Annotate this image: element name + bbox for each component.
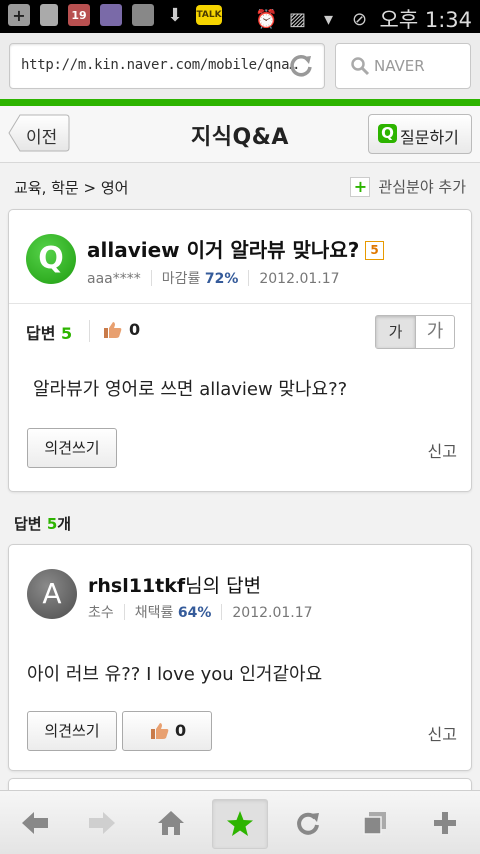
font-small-button[interactable]: 가 [376, 316, 416, 348]
thumbs-up-icon [151, 723, 169, 739]
do-not-disturb-icon: ⊘ [351, 8, 368, 30]
answers-heading-suffix: 개 [57, 515, 72, 533]
question-avatar: Q [26, 234, 76, 284]
avatar-letter: A [42, 577, 62, 610]
gallery-icon [132, 4, 154, 26]
question-title-text: allaview 이거 알라뷰 맞나요? [87, 238, 360, 262]
add-icon [434, 812, 456, 834]
answer-rank: 초수 [88, 605, 114, 621]
answers-heading: 답변 5개 [14, 513, 71, 534]
question-report-link[interactable]: 신고 [428, 438, 457, 462]
forward-arrow-icon [89, 812, 115, 834]
answer-avatar: A [27, 569, 77, 619]
q-logo-icon: Q [378, 124, 397, 143]
add-interest-label: 관심분야 추가 [378, 178, 466, 196]
calendar-icon: 19 [68, 4, 90, 26]
answer-comment-button[interactable]: 의견쓰기 [27, 711, 117, 751]
answer-username[interactable]: rhsl11tkf [88, 575, 185, 597]
add-interest-button[interactable]: + 관심분야 추가 [350, 176, 466, 197]
adopt-rate-value: 64% [177, 605, 212, 621]
page-header: 이전 지식Q&A Q 질문하기 [0, 106, 480, 163]
card-divider [9, 303, 471, 304]
answers-heading-label: 답변 [14, 515, 47, 533]
windows-button[interactable] [348, 799, 402, 847]
meta-separator [150, 270, 152, 286]
question-like-count: 0 [129, 320, 141, 339]
url-field[interactable]: http://m.kin.naver.com/mobile/qna… [9, 43, 325, 89]
ask-question-button[interactable]: Q 질문하기 [368, 114, 472, 154]
add-notification-icon: + [8, 4, 30, 26]
meta-separator [221, 604, 223, 620]
status-bar: + 19 ⬇ TALK ⏰ ▨ ▾ ⊘ 오후 1:34 [0, 0, 480, 33]
answer-meta: 초수 채택률 64% 2012.01.17 [88, 602, 313, 622]
new-window-button[interactable] [418, 799, 472, 847]
browser-toolbar [0, 790, 480, 854]
points-badge: 5 [365, 241, 384, 260]
question-comment-button[interactable]: 의견쓰기 [27, 428, 117, 468]
url-text: http://m.kin.naver.com/mobile/qna… [21, 57, 298, 73]
sim-icon [40, 4, 58, 26]
breadcrumb[interactable]: 교육, 학문 > 영어 [14, 177, 128, 198]
bookmark-button[interactable] [212, 799, 268, 849]
answers-heading-count: 5 [46, 515, 58, 533]
answer-like-button[interactable]: 0 [122, 711, 212, 751]
back-nav-button[interactable] [8, 799, 62, 847]
font-size-toggle: 가 가 [375, 315, 455, 349]
alarm-icon: ⏰ [255, 8, 278, 30]
app-icon [100, 4, 122, 26]
answer-report-link[interactable]: 신고 [428, 721, 457, 745]
kakaotalk-icon: TALK [196, 5, 222, 25]
answer-card: A rhsl11tkf님의 답변 초수 채택률 64% 2012.01.17 아이 … [8, 544, 472, 771]
refresh-icon [297, 812, 319, 835]
thumbs-up-icon[interactable] [104, 322, 122, 338]
windows-icon [363, 812, 386, 835]
avatar-letter: Q [38, 241, 64, 276]
reload-icon[interactable] [288, 52, 314, 78]
answer-count-value: 5 [61, 324, 73, 343]
meta-separator [248, 270, 250, 286]
question-title: allaview 이거 알라뷰 맞나요? 5 [87, 234, 384, 263]
ask-question-label: 질문하기 [400, 128, 459, 147]
home-button[interactable] [144, 799, 198, 847]
close-rate-label: 마감률 [161, 271, 201, 287]
wifi-icon: ▾ [323, 8, 334, 30]
bookmark-star-icon [227, 811, 253, 836]
search-placeholder: NAVER [374, 57, 425, 75]
answer-count: 답변 5 [26, 320, 72, 344]
adopt-rate-label: 채택률 [134, 605, 174, 621]
back-arrow-icon [22, 812, 48, 834]
brand-divider [0, 99, 480, 106]
no-image-icon: ▨ [289, 8, 307, 30]
plus-icon: + [350, 176, 371, 197]
question-meta: aaa**** 마감률 72% 2012.01.17 [87, 268, 340, 288]
answer-body: 아이 러브 유?? I love you 인거같아요 [27, 664, 323, 685]
clock: 오후 1:34 [379, 8, 472, 32]
question-date: 2012.01.17 [259, 271, 340, 287]
home-icon [158, 811, 184, 835]
answer-date: 2012.01.17 [232, 605, 313, 621]
browser-address-bar: http://m.kin.naver.com/mobile/qna… NAVER [0, 33, 480, 101]
meta-separator [123, 604, 125, 620]
search-icon [351, 57, 370, 76]
font-large-button[interactable]: 가 [416, 316, 454, 348]
answer-title-suffix: 님의 답변 [185, 575, 262, 597]
answer-title: rhsl11tkf님의 답변 [88, 571, 261, 598]
download-icon: ⬇ [167, 4, 183, 26]
refresh-button[interactable] [281, 799, 335, 847]
search-field[interactable]: NAVER [335, 43, 471, 89]
forward-nav-button[interactable] [75, 799, 129, 847]
question-user[interactable]: aaa**** [87, 271, 141, 287]
close-rate-value: 72% [204, 271, 239, 287]
category-row: 교육, 학문 > 영어 + 관심분야 추가 [0, 163, 480, 209]
question-body: 알라뷰가 영어로 쓰면 allaview 맞나요?? [33, 379, 348, 400]
answer-count-label: 답변 [26, 324, 56, 343]
answer-like-count: 0 [175, 721, 187, 740]
vertical-separator [89, 320, 90, 342]
question-card: Q allaview 이거 알라뷰 맞나요? 5 aaa**** 마감률 72% 20… [8, 209, 472, 492]
